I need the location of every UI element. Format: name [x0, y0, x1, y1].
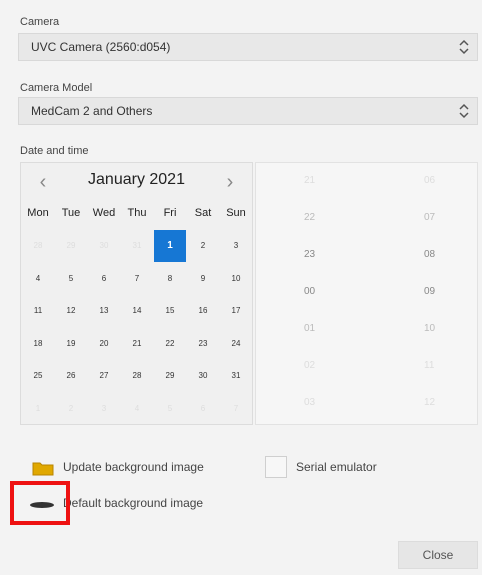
calendar-day[interactable]: 20 [88, 328, 120, 360]
calendar-day[interactable]: 7 [220, 393, 252, 425]
calendar-day[interactable]: 19 [55, 328, 87, 360]
calendar-day[interactable]: 28 [22, 230, 54, 262]
calendar-day[interactable]: 5 [55, 263, 87, 295]
hour-option[interactable]: 00 [304, 286, 315, 297]
calendar-day[interactable]: 13 [88, 295, 120, 327]
weekday-label: Mon [27, 207, 49, 219]
next-month-icon[interactable]: › [220, 171, 240, 193]
calendar-day[interactable]: 1 [22, 393, 54, 425]
hour-option[interactable]: 02 [304, 360, 315, 371]
calendar-day[interactable]: 22 [154, 328, 186, 360]
calendar-day[interactable]: 6 [187, 393, 219, 425]
weekday-label: Sun [226, 207, 246, 219]
hour-option[interactable]: 22 [304, 212, 315, 223]
calendar-day[interactable]: 6 [88, 263, 120, 295]
camera-model-label: Camera Model [20, 82, 93, 94]
calendar-day[interactable]: 8 [154, 263, 186, 295]
minute-option[interactable]: 07 [424, 212, 435, 223]
calendar-header: ‹ January 2021 › [21, 163, 252, 203]
calendar-day[interactable]: 17 [220, 295, 252, 327]
chevron-updown-icon [459, 39, 469, 55]
calendar-day[interactable]: 28 [121, 360, 153, 392]
weekday-label: Sat [194, 207, 212, 219]
calendar-day[interactable]: 30 [187, 360, 219, 392]
calendar-day[interactable]: 16 [187, 295, 219, 327]
calendar-day[interactable]: 27 [88, 360, 120, 392]
datetime-label: Date and time [20, 145, 89, 157]
weekday-label: Tue [61, 207, 81, 219]
time-picker: 21 22 23 00 01 02 03 06 07 08 09 10 11 12 [255, 162, 478, 425]
minute-option[interactable]: 12 [424, 397, 435, 408]
camera-select-value: UVC Camera (2560:d054) [31, 40, 171, 54]
weekday-label: Fri [163, 207, 177, 219]
calendar-day[interactable]: 15 [154, 295, 186, 327]
calendar-day[interactable]: 18 [22, 328, 54, 360]
calendar-day[interactable]: 31 [121, 230, 153, 262]
close-button[interactable]: Close [398, 541, 478, 569]
hour-option[interactable]: 23 [304, 249, 315, 260]
calendar-day[interactable]: 4 [22, 263, 54, 295]
calendar-day[interactable]: 9 [187, 263, 219, 295]
minute-option[interactable]: 06 [424, 175, 435, 186]
update-background-button[interactable]: Update background image [63, 460, 204, 474]
calendar-day[interactable]: 2 [55, 393, 87, 425]
camera-model-value: MedCam 2 and Others [31, 104, 153, 118]
calendar-day[interactable]: 31 [220, 360, 252, 392]
weekday-label: Thu [127, 207, 147, 219]
serial-emulator-checkbox[interactable] [265, 456, 287, 478]
calendar-day[interactable]: 23 [187, 328, 219, 360]
hour-option[interactable]: 01 [304, 323, 315, 334]
calendar-day[interactable]: 14 [121, 295, 153, 327]
calendar-day[interactable]: 2 [187, 230, 219, 262]
minute-option[interactable]: 11 [424, 360, 434, 371]
calendar-month-label: January 2021 [88, 171, 185, 188]
weekday-header: Mon Tue Wed Thu Fri Sat Sun [21, 207, 252, 227]
camera-model-select[interactable]: MedCam 2 and Others [18, 97, 478, 125]
hour-option[interactable]: 03 [304, 397, 315, 408]
minute-option[interactable]: 09 [424, 286, 435, 297]
camera-label: Camera [20, 16, 60, 28]
calendar-day[interactable]: 4 [121, 393, 153, 425]
minute-option[interactable]: 08 [424, 249, 435, 260]
weekday-label: Wed [92, 207, 116, 219]
default-background-button[interactable]: Default background image [63, 496, 203, 510]
calendar-day[interactable]: 3 [88, 393, 120, 425]
serial-emulator-label: Serial emulator [296, 460, 377, 474]
highlight-box [10, 481, 70, 525]
calendar-day[interactable]: 7 [121, 263, 153, 295]
calendar-day[interactable]: 11 [22, 295, 54, 327]
calendar-day[interactable]: 29 [55, 230, 87, 262]
calendar-day[interactable]: 26 [55, 360, 87, 392]
calendar-day[interactable]: 10 [220, 263, 252, 295]
camera-select[interactable]: UVC Camera (2560:d054) [18, 33, 478, 61]
calendar-day[interactable]: 3 [220, 230, 252, 262]
calendar-day[interactable]: 30 [88, 230, 120, 262]
calendar-day[interactable]: 21 [121, 328, 153, 360]
calendar-day-selected[interactable]: 1 [154, 230, 186, 262]
calendar-day[interactable]: 29 [154, 360, 186, 392]
minute-option[interactable]: 10 [424, 323, 435, 334]
chevron-updown-icon [459, 103, 469, 119]
calendar-day[interactable]: 5 [154, 393, 186, 425]
calendar-day[interactable]: 24 [220, 328, 252, 360]
calendar-day[interactable]: 25 [22, 360, 54, 392]
folder-icon[interactable] [32, 460, 54, 476]
calendar-day[interactable]: 12 [55, 295, 87, 327]
hour-option[interactable]: 21 [304, 175, 315, 186]
calendar: ‹ January 2021 › Mon Tue Wed Thu Fri Sat… [20, 162, 253, 425]
